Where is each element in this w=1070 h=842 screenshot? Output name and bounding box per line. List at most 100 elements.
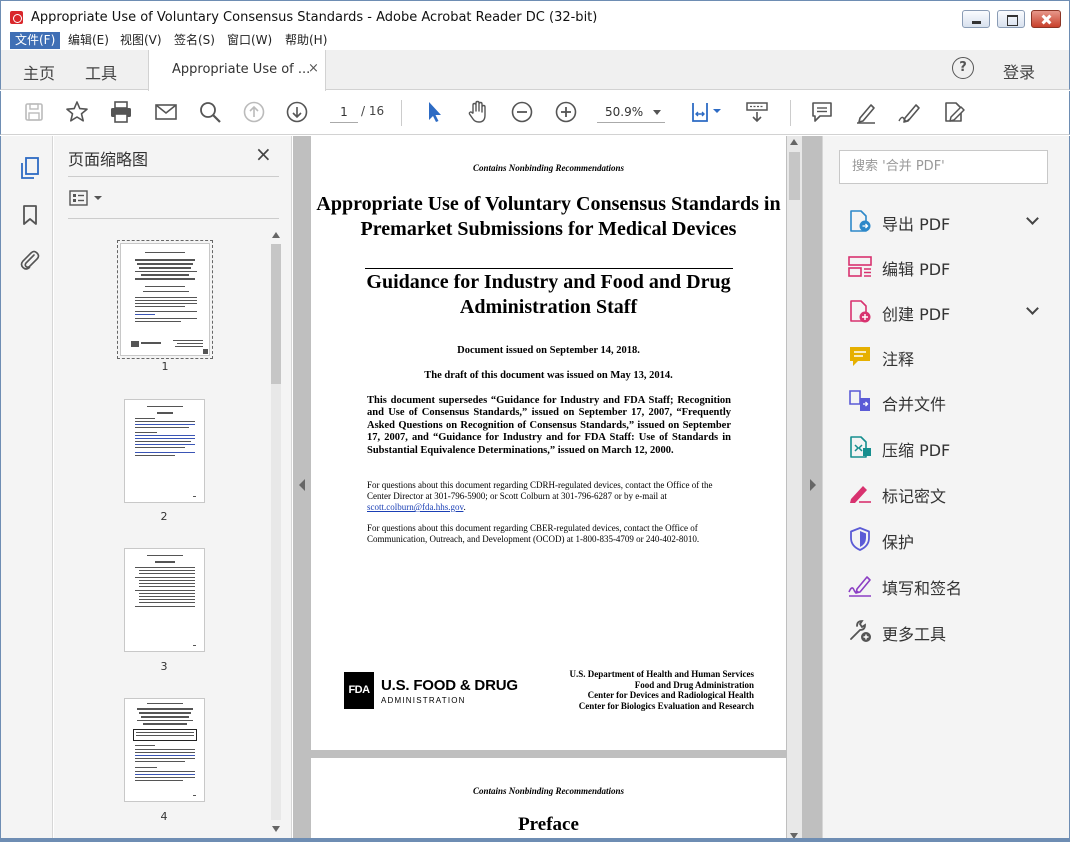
scrollbar-thumb[interactable] bbox=[789, 152, 800, 200]
page-thumbnails-icon[interactable] bbox=[18, 156, 42, 180]
page-thumbnail-3[interactable] bbox=[124, 548, 205, 652]
document-scrollbar[interactable] bbox=[787, 136, 802, 842]
menu-file[interactable]: 文件(F) bbox=[10, 32, 61, 49]
more-tools-icon bbox=[850, 620, 871, 642]
thumbnails-scrollbar[interactable] bbox=[269, 230, 283, 834]
tool-label: 标记密文 bbox=[882, 487, 947, 506]
bookmark-star-icon[interactable] bbox=[64, 99, 90, 125]
tool-label: 压缩 PDF bbox=[882, 441, 951, 460]
page-total: / 16 bbox=[361, 104, 385, 118]
cdrh-contact-paragraph: For questions about this document regard… bbox=[367, 480, 731, 513]
next-page-icon[interactable] bbox=[284, 99, 310, 125]
tool-label: 合并文件 bbox=[882, 395, 947, 414]
tool-combine-files[interactable]: 合并文件 bbox=[847, 386, 1057, 416]
zoom-select[interactable]: 50.9% bbox=[597, 101, 665, 123]
fda-logo: FDA bbox=[344, 672, 374, 709]
login-link[interactable]: 登录 bbox=[1003, 59, 1035, 83]
email-link[interactable]: scott.colburn@fda.hhs.gov bbox=[367, 502, 463, 512]
tool-export-pdf[interactable]: 导出 PDF bbox=[847, 206, 1057, 236]
current-page-input[interactable]: 1 bbox=[330, 101, 358, 123]
left-navigation-rail bbox=[0, 136, 53, 842]
hhs-line: U.S. Department of Health and Human Serv… bbox=[569, 669, 755, 679]
hhs-line: Center for Devices and Radiological Heal… bbox=[587, 690, 754, 701]
tab-tools[interactable]: 工具 bbox=[85, 60, 117, 84]
help-icon[interactable]: ? bbox=[952, 57, 974, 79]
tool-label: 注释 bbox=[882, 350, 915, 369]
minimize-button[interactable] bbox=[962, 10, 990, 28]
select-cursor-icon[interactable] bbox=[421, 99, 447, 125]
close-tab-icon[interactable]: × bbox=[308, 61, 319, 76]
close-panel-icon[interactable]: × bbox=[255, 142, 272, 166]
print-icon[interactable] bbox=[108, 99, 134, 125]
collapse-left-panel-icon[interactable] bbox=[299, 479, 305, 491]
page-thumbnail-1[interactable] bbox=[117, 240, 213, 359]
document-title: Appropriate Use of Voluntary Consensus S… bbox=[316, 193, 781, 240]
title-rule bbox=[365, 268, 733, 269]
save-icon[interactable] bbox=[21, 99, 47, 125]
tool-label: 导出 PDF bbox=[882, 215, 951, 234]
scroll-mode-icon[interactable] bbox=[744, 99, 770, 125]
tab-document[interactable]: Appropriate Use of ... × bbox=[148, 50, 326, 91]
tool-more-tools[interactable]: 更多工具 bbox=[847, 616, 1057, 646]
document-viewport[interactable]: Contains Nonbinding Recommendations Appr… bbox=[293, 136, 822, 842]
page-thumbnail-4[interactable] bbox=[124, 698, 205, 802]
chevron-down-icon bbox=[653, 110, 661, 115]
tools-search-input[interactable]: 搜索 '合并 PDF' bbox=[839, 150, 1048, 184]
highlight-pen-icon[interactable] bbox=[853, 99, 879, 125]
fda-logo-subtitle: ADMINISTRATION bbox=[381, 696, 466, 705]
menu-window[interactable]: 窗口(W) bbox=[222, 32, 277, 49]
attachments-icon[interactable] bbox=[18, 248, 42, 272]
title-bar: Appropriate Use of Voluntary Consensus S… bbox=[0, 0, 1070, 31]
zoom-in-icon[interactable] bbox=[553, 99, 579, 125]
toolbar: 1 / 16 50.9% bbox=[0, 91, 1070, 135]
create-pdf-icon bbox=[850, 300, 871, 323]
close-window-button[interactable] bbox=[1031, 10, 1061, 28]
bookmarks-icon[interactable] bbox=[18, 203, 42, 227]
menu-sign[interactable]: 签名(S) bbox=[169, 32, 220, 49]
page-number: 2 bbox=[160, 510, 168, 523]
thumbnails-panel: 页面缩略图 × 1 2 3 4 bbox=[54, 136, 292, 842]
chevron-down-icon[interactable] bbox=[1026, 302, 1039, 315]
scroll-up-icon[interactable] bbox=[272, 232, 280, 238]
tool-comment[interactable]: 注释 bbox=[847, 341, 1057, 371]
zoom-out-icon[interactable] bbox=[509, 99, 535, 125]
page-header: Contains Nonbinding Recommendations bbox=[472, 163, 625, 173]
comment-icon[interactable] bbox=[809, 99, 835, 125]
pdf-page-1: Contains Nonbinding Recommendations Appr… bbox=[311, 136, 786, 750]
tool-protect[interactable]: 保护 bbox=[847, 524, 1057, 554]
menu-edit[interactable]: 编辑(E) bbox=[63, 32, 114, 49]
hand-tool-icon[interactable] bbox=[465, 99, 491, 125]
tab-home[interactable]: 主页 bbox=[23, 60, 55, 84]
toolbar-divider bbox=[401, 100, 402, 126]
tool-edit-pdf[interactable]: 编辑 PDF bbox=[847, 251, 1057, 281]
tool-label: 填写和签名 bbox=[882, 579, 963, 598]
menu-view[interactable]: 视图(V) bbox=[115, 32, 167, 49]
search-icon[interactable] bbox=[197, 99, 223, 125]
scroll-up-icon[interactable] bbox=[790, 139, 798, 145]
maximize-button[interactable] bbox=[997, 10, 1025, 28]
cber-contact-paragraph: For questions about this document regard… bbox=[367, 523, 700, 544]
tool-label: 保护 bbox=[882, 533, 915, 552]
sign-pen-icon[interactable] bbox=[897, 99, 923, 125]
thumbnail-options-button[interactable] bbox=[69, 188, 105, 210]
scrollbar-thumb[interactable] bbox=[271, 244, 281, 384]
supersedes-paragraph: This document supersedes “Guidance for I… bbox=[367, 395, 731, 456]
collapse-right-panel-icon[interactable] bbox=[810, 479, 816, 491]
email-icon[interactable] bbox=[153, 99, 179, 125]
acrobat-app-icon bbox=[10, 11, 23, 24]
tools-panel: 搜索 '合并 PDF' 导出 PDF 编辑 PDF 创建 PDF 注释 合并文件… bbox=[822, 136, 1070, 842]
menu-help[interactable]: 帮助(H) bbox=[280, 32, 332, 49]
page-thumbnail-2[interactable] bbox=[124, 399, 205, 503]
tool-compress-pdf[interactable]: 压缩 PDF bbox=[847, 432, 1057, 462]
chevron-down-icon[interactable] bbox=[1026, 212, 1039, 225]
redact-icon bbox=[850, 486, 871, 503]
fit-page-icon[interactable] bbox=[689, 99, 725, 125]
sentence-end: . bbox=[463, 502, 466, 512]
tool-create-pdf[interactable]: 创建 PDF bbox=[847, 296, 1057, 326]
tool-fill-sign[interactable]: 填写和签名 bbox=[847, 570, 1057, 600]
scroll-down-icon[interactable] bbox=[272, 826, 280, 832]
previous-page-icon[interactable] bbox=[241, 99, 267, 125]
tool-redact[interactable]: 标记密文 bbox=[847, 478, 1057, 508]
document-tab-label: Appropriate Use of ... bbox=[172, 62, 311, 77]
fill-sign-document-icon[interactable] bbox=[941, 99, 967, 125]
